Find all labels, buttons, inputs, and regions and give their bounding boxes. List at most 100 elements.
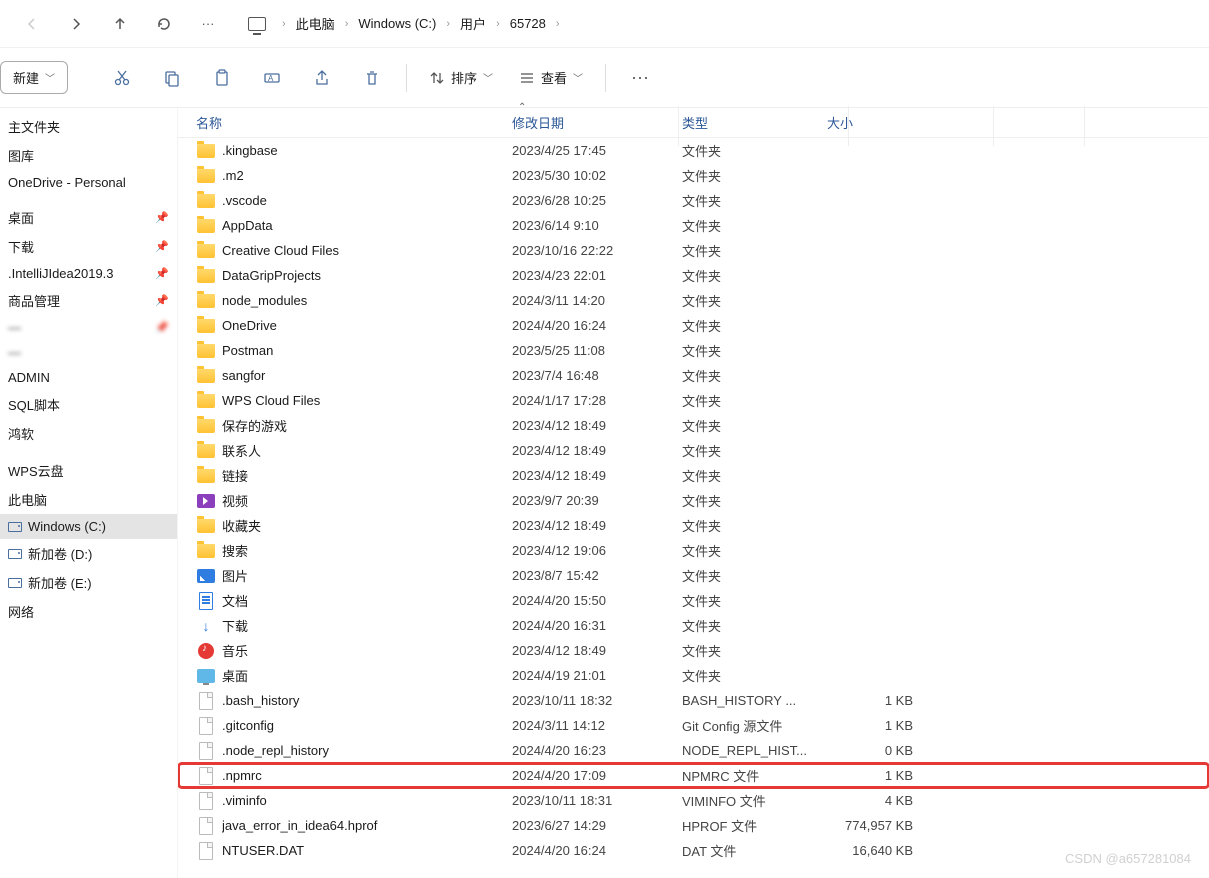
sidebar-item[interactable]: OneDrive - Personal [0,170,177,195]
file-row[interactable]: ↓下载2024/4/20 16:31文件夹 [178,613,1209,638]
nav-more-button[interactable]: ··· [188,4,228,44]
cell-date: 2023/4/12 18:49 [512,443,682,458]
cell-date: 2023/9/7 20:39 [512,493,682,508]
file-row[interactable]: .gitconfig2024/3/11 14:12Git Config 源文件1… [178,713,1209,738]
sidebar-item[interactable]: 新加卷 (E:) [0,568,177,597]
file-row[interactable]: 桌面2024/4/19 21:01文件夹 [178,663,1209,688]
file-icon [196,741,216,761]
cell-type: 文件夹 [682,241,827,260]
file-row[interactable]: .bash_history2023/10/11 18:32BASH_HISTOR… [178,688,1209,713]
rename-button[interactable]: A [250,56,294,100]
sidebar-item[interactable]: 网络 [0,597,177,626]
sidebar-item[interactable]: 下载📌 [0,232,177,261]
file-row[interactable]: NTUSER.DAT2024/4/20 16:24DAT 文件16,640 KB [178,838,1209,863]
column-date[interactable]: 修改日期 [512,113,682,132]
column-size[interactable]: 大小 [827,113,913,132]
sidebar-item[interactable]: 桌面📌 [0,203,177,232]
column-name[interactable]: 名称 [196,113,512,132]
sidebar-item-label: .IntelliJIdea2019.3 [8,266,114,281]
file-row[interactable]: .m22023/5/30 10:02文件夹 [178,163,1209,188]
cell-name: Creative Cloud Files [222,243,512,258]
file-row[interactable]: 图片2023/8/7 15:42文件夹 [178,563,1209,588]
cell-type: 文件夹 [682,591,827,610]
cut-button[interactable] [100,56,144,100]
breadcrumb-item[interactable]: 用户 [454,10,492,37]
sidebar-item[interactable]: 图库 [0,141,177,170]
nav-up-button[interactable] [100,4,140,44]
copy-button[interactable] [150,56,194,100]
chevron-right-icon: › [496,18,500,30]
sidebar-item[interactable]: .IntelliJIdea2019.3📌 [0,261,177,286]
column-type[interactable]: 类型 [682,113,827,132]
file-row[interactable]: DataGripProjects2023/4/23 22:01文件夹 [178,263,1209,288]
view-button[interactable]: 查看 ﹀ [509,62,593,93]
sidebar-item[interactable]: —📌 [0,315,177,340]
folder-icon [196,166,216,186]
new-button[interactable]: 新建 ﹀ [0,61,68,94]
cell-type: 文件夹 [682,616,827,635]
cell-name: 下载 [222,616,512,635]
file-icon [196,841,216,861]
share-button[interactable] [300,56,344,100]
cell-size: 0 KB [827,743,913,758]
cell-type: 文件夹 [682,141,827,160]
nav-refresh-button[interactable] [144,4,184,44]
sidebar-item-label: 网络 [8,602,34,621]
cell-date: 2023/7/4 16:48 [512,368,682,383]
file-row[interactable]: 保存的游戏2023/4/12 18:49文件夹 [178,413,1209,438]
chevron-down-icon: ﹀ [45,70,55,85]
file-row[interactable]: sangfor2023/7/4 16:48文件夹 [178,363,1209,388]
file-row[interactable]: 联系人2023/4/12 18:49文件夹 [178,438,1209,463]
file-row[interactable]: Postman2023/5/25 11:08文件夹 [178,338,1209,363]
file-row[interactable]: .node_repl_history2024/4/20 16:23NODE_RE… [178,738,1209,763]
sidebar-item[interactable]: WPS云盘 [0,456,177,485]
file-row[interactable]: .npmrc2024/4/20 17:09NPMRC 文件1 KB [178,763,1209,788]
file-row[interactable]: 搜索2023/4/12 19:06文件夹 [178,538,1209,563]
sidebar-item[interactable]: ADMIN [0,365,177,390]
music-icon [196,641,216,661]
breadcrumb-item[interactable]: 此电脑 [290,10,341,37]
sidebar-item[interactable]: — [0,340,177,365]
folder-icon [196,241,216,261]
file-row[interactable]: java_error_in_idea64.hprof2023/6/27 14:2… [178,813,1209,838]
folder-icon [196,541,216,561]
file-row[interactable]: node_modules2024/3/11 14:20文件夹 [178,288,1209,313]
sidebar-item[interactable]: 商品管理📌 [0,286,177,315]
file-row[interactable]: 视频2023/9/7 20:39文件夹 [178,488,1209,513]
cell-name: AppData [222,218,512,233]
sidebar-item[interactable]: 新加卷 (D:) [0,539,177,568]
breadcrumb-item[interactable]: Windows (C:) [352,12,442,35]
cell-date: 2024/4/20 15:50 [512,593,682,608]
nav-forward-button[interactable] [56,4,96,44]
delete-button[interactable] [350,56,394,100]
cell-type: 文件夹 [682,266,827,285]
sort-button[interactable]: 排序 ﹀ [419,62,503,93]
file-row[interactable]: 链接2023/4/12 18:49文件夹 [178,463,1209,488]
column-headers: ⌃ 名称 修改日期 类型 大小 [178,108,1209,138]
file-row[interactable]: .kingbase2023/4/25 17:45文件夹 [178,138,1209,163]
sidebar-item-label: 鸿软 [8,424,34,443]
file-row[interactable]: AppData2023/6/14 9:10文件夹 [178,213,1209,238]
paste-button[interactable] [200,56,244,100]
sidebar-item[interactable]: 主文件夹 [0,112,177,141]
sidebar-item[interactable]: 鸿软 [0,419,177,448]
breadcrumb[interactable]: ›此电脑›Windows (C:)›用户›65728› [278,10,564,37]
breadcrumb-item[interactable]: 65728 [504,12,552,35]
file-row[interactable]: 音乐2023/4/12 18:49文件夹 [178,638,1209,663]
sidebar-item-label: — [8,345,21,360]
cell-date: 2023/8/7 15:42 [512,568,682,583]
file-row[interactable]: Creative Cloud Files2023/10/16 22:22文件夹 [178,238,1209,263]
file-row[interactable]: 文档2024/4/20 15:50文件夹 [178,588,1209,613]
file-row[interactable]: WPS Cloud Files2024/1/17 17:28文件夹 [178,388,1209,413]
file-row[interactable]: OneDrive2024/4/20 16:24文件夹 [178,313,1209,338]
sidebar-item[interactable]: 此电脑 [0,485,177,514]
sidebar-item[interactable]: SQL脚本 [0,390,177,419]
content-area: ⌃ 名称 修改日期 类型 大小 .kingbase2023/4/25 17:45… [178,108,1209,878]
file-row[interactable]: .viminfo2023/10/11 18:31VIMINFO 文件4 KB [178,788,1209,813]
cell-name: java_error_in_idea64.hprof [222,818,512,833]
sidebar-item[interactable]: Windows (C:) [0,514,177,539]
folder-icon [196,291,216,311]
more-button[interactable]: ··· [618,56,662,100]
file-row[interactable]: .vscode2023/6/28 10:25文件夹 [178,188,1209,213]
file-row[interactable]: 收藏夹2023/4/12 18:49文件夹 [178,513,1209,538]
